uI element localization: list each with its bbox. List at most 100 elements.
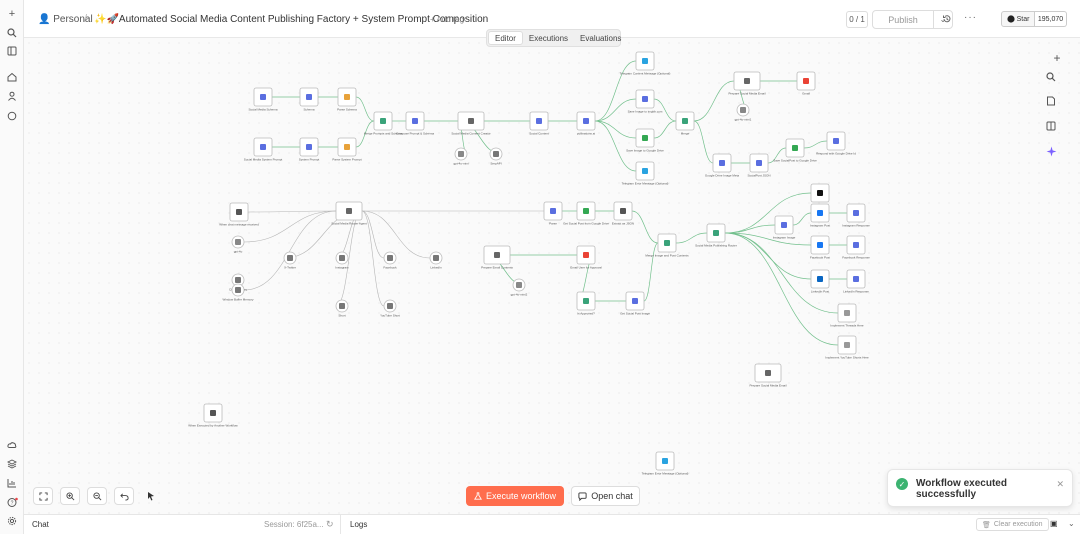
workflow-node[interactable]: Telegram Error Message (Optional) — [622, 161, 669, 186]
github-star-button[interactable]: Star — [1001, 11, 1035, 27]
workflow-node[interactable]: Extract as JSON — [612, 201, 634, 226]
sidebar-toggle-icon[interactable] — [4, 43, 20, 59]
tab-editor[interactable]: Editor — [488, 31, 523, 45]
workflow-node[interactable]: Facebook — [383, 251, 397, 270]
workflow-node[interactable]: LinkedIn Response — [843, 269, 869, 294]
chat-panel-tab[interactable]: Chat — [32, 520, 49, 529]
workflow-node[interactable]: Respond with Google Drive Id — [816, 131, 856, 156]
workflow-canvas[interactable]: Social Media Schema Schema Parse Schema Soc… — [24, 38, 1080, 514]
settings-icon[interactable] — [4, 513, 20, 529]
workflow-node[interactable]: Compose Prompt & Schema — [396, 111, 434, 136]
tidy-up-button[interactable] — [141, 487, 161, 505]
workflow-node[interactable]: Email User for Approval — [570, 245, 602, 270]
workflow-node[interactable]: gpt-4o-mini2 — [511, 278, 528, 297]
workflow-node[interactable]: Parse Schema — [337, 87, 357, 112]
workflow-node[interactable]: Social Content — [529, 111, 549, 136]
cloud-icon[interactable] — [4, 437, 20, 453]
workflow-node[interactable]: pollinations.ai — [576, 111, 596, 136]
github-star-count[interactable]: 195,070 — [1035, 11, 1067, 27]
workflow-node[interactable]: Get Social Post Image — [620, 291, 650, 316]
workflow-node[interactable]: gpt-4o-mini — [453, 147, 469, 166]
workflow-node[interactable]: Instagram Response — [842, 203, 870, 228]
telegram-icon — [642, 58, 648, 64]
workflow-node[interactable]: Social Media System Prompt — [244, 137, 283, 162]
add-icon[interactable]: + — [4, 6, 20, 22]
workflow-node[interactable]: When Executed by Another Workflow — [188, 403, 239, 428]
templates-icon[interactable] — [4, 456, 20, 472]
workflow-node[interactable]: System Prompt — [299, 137, 320, 162]
home-icon[interactable] — [4, 69, 20, 85]
canvas-search-icon[interactable] — [1046, 72, 1068, 92]
workflow-node[interactable]: Implement YouTube Shorts Here — [825, 335, 869, 360]
workflow-node[interactable]: Social Media Content Creator — [451, 111, 491, 136]
workflow-node[interactable]: Merge — [675, 111, 695, 136]
logs-panel-tab[interactable]: Logs — [350, 520, 367, 529]
workflow-graph[interactable]: Social Media Schema Schema Parse Schema Soc… — [24, 38, 1080, 514]
workflow-node[interactable]: Social Media Router Agent — [331, 201, 367, 226]
history-icon[interactable] — [942, 14, 952, 27]
workflow-node[interactable]: gpt-4o-mini1 — [735, 103, 752, 122]
workflow-node[interactable]: Is Approved? — [576, 291, 596, 316]
user-icon[interactable] — [4, 88, 20, 104]
fit-view-button[interactable] — [33, 487, 53, 505]
node-label: Social Media Schema — [248, 108, 277, 112]
add-node-icon[interactable]: + — [1046, 48, 1068, 68]
publish-button[interactable]: Publish — [872, 10, 934, 29]
workflow-node[interactable]: Window Buffer Memory — [222, 283, 254, 302]
workflow-node[interactable]: Merge Image and Post Contents — [645, 233, 689, 258]
workflow-node[interactable]: Save Image to imgbb.com — [628, 89, 663, 114]
execute-workflow-button[interactable]: Execute workflow — [466, 486, 564, 506]
workflow-node[interactable]: Short — [335, 299, 349, 318]
workflow-node[interactable]: Get Social Post from Google Drive — [563, 201, 609, 226]
workflow-node[interactable]: Social Media Publishing Router — [695, 223, 737, 248]
workflow-node[interactable]: Telegram Content Message (Optional) — [620, 51, 671, 76]
zoom-out-button[interactable] — [87, 487, 107, 505]
tab-evaluations[interactable]: Evaluations — [574, 31, 627, 45]
insights-icon[interactable] — [4, 475, 20, 491]
close-icon[interactable]: ✕ — [1056, 479, 1064, 490]
workflow-node[interactable]: Gmail — [796, 71, 816, 96]
sticky-note-icon[interactable] — [1046, 96, 1068, 116]
workflow-node[interactable]: SocialPost JSON — [747, 153, 771, 178]
workflow-node[interactable]: Prepare Email Contents — [481, 245, 513, 270]
tab-executions[interactable]: Executions — [523, 31, 574, 45]
workflow-node[interactable]: Social Media Schema — [248, 87, 278, 112]
open-chat-button[interactable]: Open chat — [571, 486, 640, 506]
workflow-node[interactable]: Implement Threads Here — [830, 303, 864, 328]
undo-button[interactable] — [114, 487, 134, 505]
node-label: Telegram Error Message (Optional) — [642, 472, 689, 476]
workflow-node[interactable]: When chat message received — [219, 202, 259, 227]
workflow-node[interactable]: Parse — [543, 201, 563, 226]
workflow-node[interactable]: Schema — [299, 87, 319, 112]
workflow-node[interactable]: LinkedIn — [429, 251, 443, 270]
collapse-panel-icon[interactable]: ⌄ — [1068, 519, 1075, 528]
clear-execution-button[interactable]: 🗑 Clear execution — [976, 518, 1049, 531]
workflow-node[interactable]: Facebook Response — [842, 235, 870, 260]
workflow-node[interactable]: X-Twitter — [283, 251, 297, 270]
zoom-in-button[interactable] — [60, 487, 80, 505]
add-tag-link[interactable]: + Add tag — [430, 15, 464, 24]
workflow-node[interactable]: Instagram — [335, 251, 349, 270]
workflow-node[interactable]: Parse System Prompt — [332, 137, 362, 162]
panel-toggle-icon[interactable] — [1046, 121, 1068, 141]
workflow-node[interactable]: Prepare Social Media Email — [749, 363, 787, 388]
refresh-session-icon[interactable]: ↻ — [326, 519, 334, 530]
workflow-node[interactable]: Save Image to Google Drive — [626, 128, 664, 153]
workflow-node[interactable]: Telegram Error Message (Optional) — [642, 451, 689, 476]
chat-icon[interactable] — [4, 108, 20, 124]
workflow-node[interactable]: Prepare Social Media Email — [728, 71, 766, 96]
workflow-node[interactable]: Instagram Image — [773, 215, 796, 240]
workflow-node[interactable]: gpt-4o — [231, 235, 245, 254]
workflow-node[interactable]: SerpAPI — [489, 147, 503, 166]
workflow-node[interactable]: Facebook Post — [810, 235, 830, 260]
workflow-node[interactable]: Save SocialPost to Google Drive — [773, 138, 817, 163]
workflow-node[interactable]: Google Drive Image Meta — [705, 153, 740, 178]
workflow-node[interactable]: LinkedIn Post — [810, 269, 830, 294]
more-options-icon[interactable]: ··· — [964, 12, 977, 23]
search-icon[interactable] — [4, 25, 20, 41]
help-icon[interactable]: ? — [4, 494, 20, 510]
workflow-node[interactable]: Instagram Post — [810, 203, 830, 228]
ai-assistant-icon[interactable] — [1046, 146, 1068, 166]
pin-panel-icon[interactable]: ▣ — [1050, 519, 1058, 528]
workflow-node[interactable]: YouTube Short — [380, 299, 400, 318]
